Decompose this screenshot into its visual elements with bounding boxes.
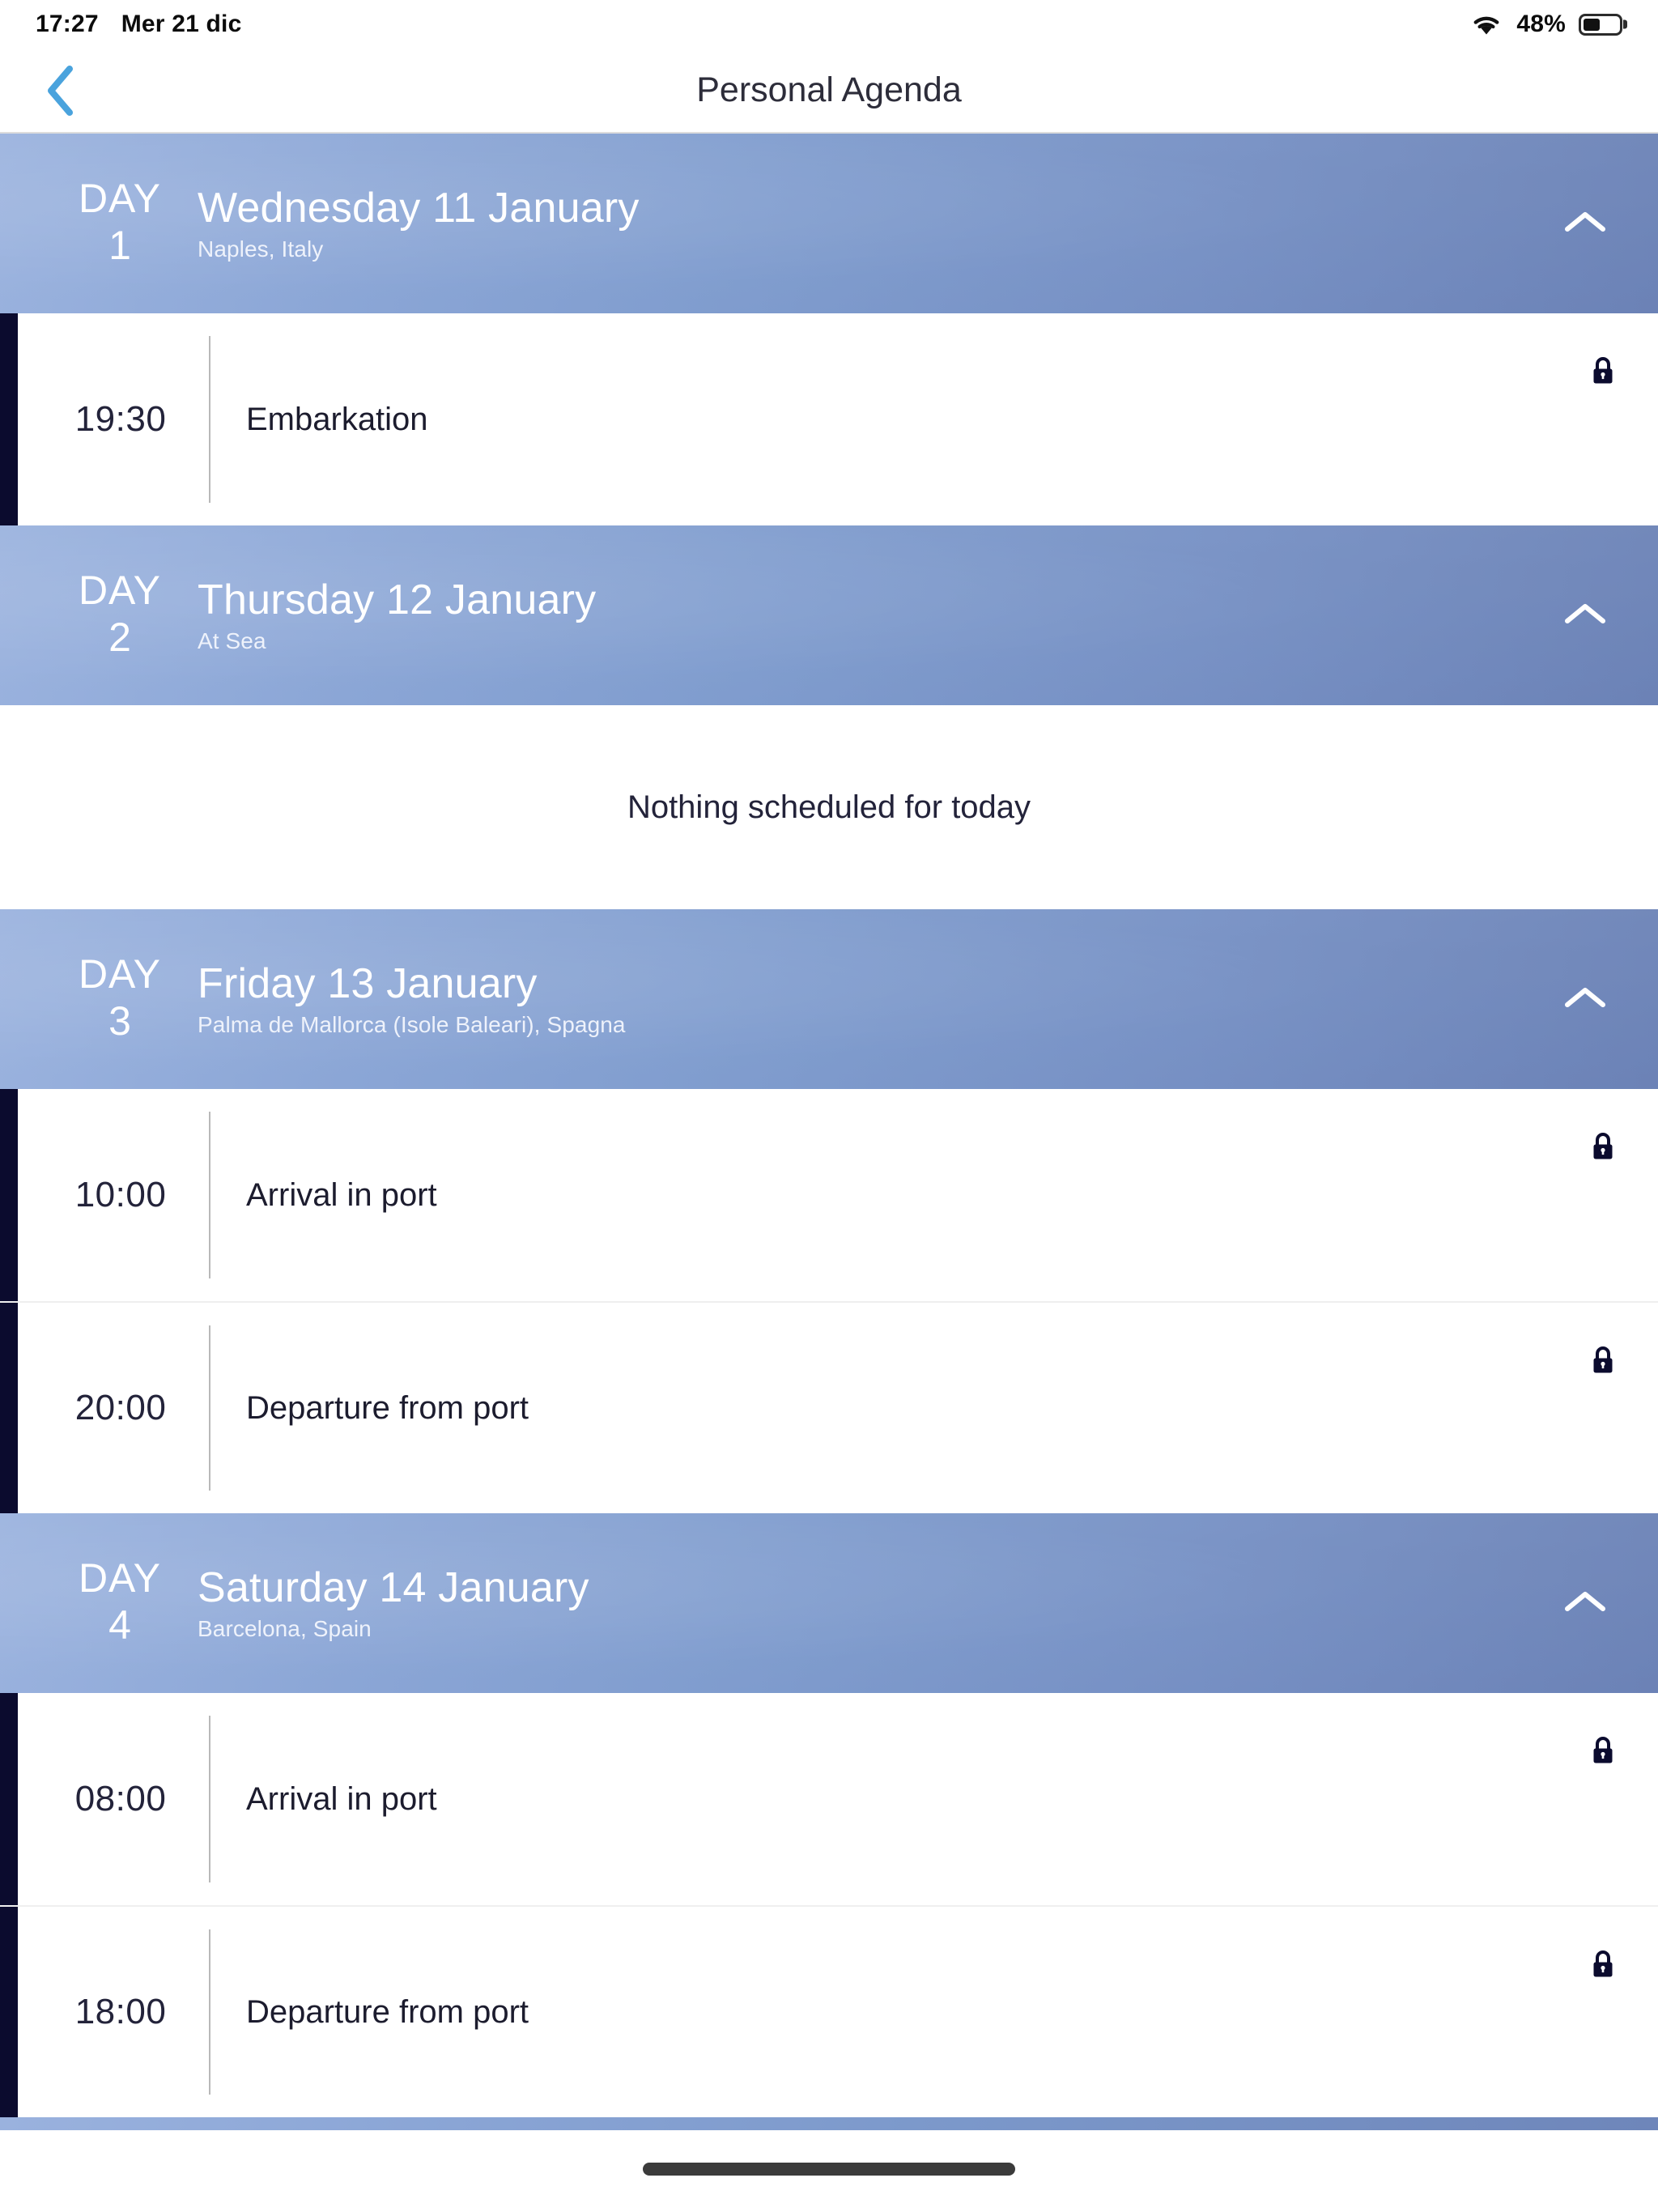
event-divider [209, 1325, 210, 1491]
status-bar-right: 48% [1469, 11, 1627, 38]
day-collapse-toggle[interactable] [1553, 1579, 1618, 1627]
lock-closed-icon [1585, 1730, 1621, 1771]
event-title-label: Departure from port [246, 1993, 529, 2030]
event-time-label: 20:00 [74, 1388, 167, 1427]
day-text-block: Saturday 14 January Barcelona, Spain [198, 1564, 589, 1641]
wifi-icon [1469, 12, 1503, 36]
day-number-block: DAY 3 [47, 952, 193, 1047]
home-indicator-area [0, 2130, 1658, 2208]
day-number-block: DAY 1 [47, 177, 193, 271]
status-bar: 17:27 Mer 21 dic 48% [0, 0, 1658, 49]
event-row[interactable]: 08:00 Arrival in port [0, 1693, 1658, 1905]
navigation-bar: Personal Agenda [0, 49, 1658, 134]
event-time-label: 18:00 [74, 1992, 167, 2031]
event-title-label: Arrival in port [246, 1176, 437, 1213]
home-indicator[interactable] [643, 2163, 1015, 2176]
event-divider [209, 336, 210, 503]
day-text-block: Friday 13 January Palma de Mallorca (Isol… [198, 960, 626, 1037]
chevron-left-icon [45, 65, 77, 116]
lock-closed-icon [1585, 1126, 1621, 1167]
event-accent-bar [0, 1303, 18, 1513]
event-divider [209, 1929, 210, 2095]
day-number-label: 2 [108, 614, 131, 660]
day-word-label: DAY [78, 951, 162, 997]
battery-percent-label: 48% [1516, 11, 1566, 37]
day-collapse-toggle[interactable] [1553, 199, 1618, 248]
day-header[interactable]: DAY 2 Thursday 12 January At Sea [0, 525, 1658, 705]
day-collapse-toggle[interactable] [1553, 975, 1618, 1023]
event-divider [209, 1112, 210, 1278]
day-events: 08:00 Arrival in port 18:00 Departure from … [0, 1693, 1658, 2117]
day-location-label: At Sea [198, 627, 266, 653]
event-title-label: Arrival in port [246, 1780, 437, 1817]
day-date-label: Friday 13 January [198, 960, 538, 1008]
day-text-block: Thursday 12 January At Sea [198, 576, 596, 653]
event-accent-bar [0, 1089, 18, 1301]
chevron-up-icon [1562, 984, 1608, 1015]
status-bar-left: 17:27 Mer 21 dic [36, 11, 241, 38]
battery-icon [1579, 13, 1627, 36]
day-location-label: Naples, Italy [198, 236, 324, 262]
lock-closed-icon [1585, 351, 1621, 391]
empty-state-message: Nothing scheduled for today [627, 789, 1031, 825]
battery-fill [1584, 18, 1601, 31]
chevron-up-icon [1562, 1588, 1608, 1619]
day-word-label: DAY [78, 175, 162, 221]
page-title: Personal Agenda [696, 70, 962, 109]
lock-closed-icon [1585, 1340, 1621, 1380]
event-time-label: 10:00 [74, 1175, 167, 1214]
event-time-label: 08:00 [74, 1779, 167, 1819]
event-row[interactable]: 19:30 Embarkation [0, 313, 1658, 525]
event-accent-bar [0, 1693, 18, 1905]
day-date-label: Thursday 12 January [198, 576, 597, 624]
agenda-list: DAY 1 Wednesday 11 January Naples, Italy 19:… [0, 134, 1658, 2117]
event-accent-bar [0, 313, 18, 525]
battery-tip [1623, 19, 1627, 29]
day-number-block: DAY 4 [47, 1556, 193, 1651]
event-title-label: Embarkation [246, 401, 428, 437]
event-title-label: Departure from port [246, 1389, 529, 1426]
day-number-label: 4 [108, 1602, 131, 1648]
day-events: 19:30 Embarkation [0, 313, 1658, 525]
day-header[interactable]: DAY 3 Friday 13 January Palma de Mallorca (… [0, 909, 1658, 1089]
day-number-block: DAY 2 [47, 568, 193, 663]
empty-state: Nothing scheduled for today [0, 705, 1658, 909]
event-row[interactable]: 10:00 Arrival in port [0, 1089, 1658, 1301]
day-date-label: Saturday 14 January [198, 1564, 589, 1612]
chevron-up-icon [1562, 208, 1608, 240]
day-number-label: 3 [108, 998, 131, 1044]
app-screen: 17:27 Mer 21 dic 48% Personal Agenda DAY… [0, 0, 1658, 2212]
event-divider [209, 1716, 210, 1882]
day-number-label: 1 [108, 222, 131, 268]
day-location-label: Palma de Mallorca (Isole Baleari), Spagn… [198, 1011, 626, 1037]
day-text-block: Wednesday 11 January Naples, Italy [198, 185, 640, 262]
event-row[interactable]: 20:00 Departure from port [0, 1301, 1658, 1513]
day-collapse-toggle[interactable] [1553, 591, 1618, 640]
day-events: 10:00 Arrival in port 20:00 Departure from … [0, 1089, 1658, 1513]
event-row[interactable]: 18:00 Departure from port [0, 1905, 1658, 2117]
day-location-label: Barcelona, Spain [198, 1615, 372, 1641]
status-time: 17:27 [36, 11, 99, 37]
event-time-label: 19:30 [74, 399, 167, 439]
day-word-label: DAY [78, 1555, 162, 1601]
back-button[interactable] [32, 62, 89, 119]
day-word-label: DAY [78, 567, 162, 613]
day-date-label: Wednesday 11 January [198, 185, 640, 232]
chevron-up-icon [1562, 600, 1608, 632]
status-date: Mer 21 dic [121, 11, 242, 37]
lock-closed-icon [1585, 1944, 1621, 1984]
event-accent-bar [0, 1907, 18, 2117]
next-day-header-peek [0, 2117, 1658, 2130]
day-header[interactable]: DAY 4 Saturday 14 January Barcelona, Spain [0, 1513, 1658, 1693]
day-header[interactable]: DAY 1 Wednesday 11 January Naples, Italy [0, 134, 1658, 313]
